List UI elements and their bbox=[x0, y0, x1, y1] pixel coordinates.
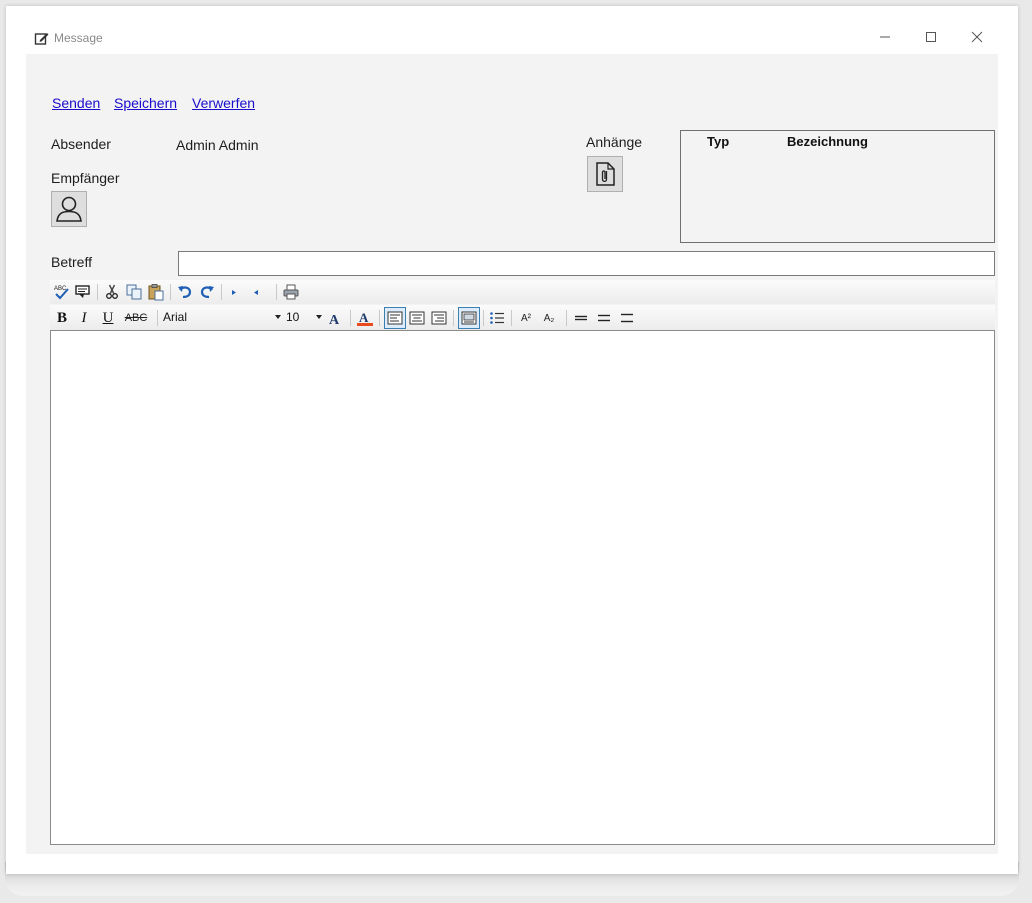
sender-value: Admin Admin bbox=[176, 137, 259, 153]
toolbar-separator bbox=[170, 284, 171, 300]
attachments-label: Anhänge bbox=[586, 134, 643, 150]
line-3-icon[interactable] bbox=[617, 308, 637, 328]
save-link[interactable]: Speichern bbox=[114, 94, 177, 112]
toolbar-separator bbox=[97, 284, 98, 300]
format-toolbar: B I U ABC Arial 10 A A A² A₂ bbox=[50, 305, 995, 330]
font-color-icon[interactable]: A bbox=[355, 308, 375, 328]
window-title: Message bbox=[54, 31, 103, 45]
message-window: Message Senden Speichern Verwerfen Absen… bbox=[6, 6, 1018, 874]
toolbar-separator bbox=[350, 310, 351, 326]
subscript-button[interactable]: A₂ bbox=[539, 308, 559, 328]
underline-button[interactable]: U bbox=[98, 308, 118, 328]
column-header-type[interactable]: Typ bbox=[707, 134, 729, 150]
minimize-icon[interactable] bbox=[874, 26, 896, 48]
spellcheck-icon[interactable]: ABC bbox=[52, 282, 72, 302]
svg-text:A: A bbox=[329, 313, 340, 327]
sender-label: Absender bbox=[51, 136, 111, 152]
font-size-icon[interactable]: A bbox=[326, 308, 346, 328]
toolbar-separator bbox=[157, 310, 158, 326]
print-icon[interactable] bbox=[281, 282, 301, 302]
title-bar: Message bbox=[6, 6, 1018, 54]
svg-text:A: A bbox=[359, 310, 369, 325]
redo-icon[interactable] bbox=[197, 282, 217, 302]
cut-icon[interactable] bbox=[102, 282, 122, 302]
send-link[interactable]: Senden bbox=[52, 94, 100, 112]
add-attachment-button[interactable] bbox=[587, 156, 623, 192]
bullet-list-icon[interactable] bbox=[487, 308, 507, 328]
line-2-icon[interactable] bbox=[594, 308, 614, 328]
font-size-select[interactable]: 10 bbox=[286, 308, 322, 326]
message-form: Senden Speichern Verwerfen Absender Admi… bbox=[26, 54, 998, 854]
attachment-file-icon bbox=[596, 162, 615, 186]
strikethrough-button[interactable]: ABC bbox=[122, 308, 150, 328]
close-icon[interactable] bbox=[966, 26, 988, 48]
bold-button[interactable]: B bbox=[52, 308, 72, 328]
user-icon bbox=[56, 196, 82, 222]
chevron-down-icon bbox=[275, 315, 281, 319]
undo-icon[interactable] bbox=[175, 282, 195, 302]
align-center-icon[interactable] bbox=[407, 308, 427, 328]
comment-icon[interactable] bbox=[73, 282, 93, 302]
indent-icon[interactable] bbox=[248, 282, 268, 302]
toolbar-separator bbox=[276, 284, 277, 300]
font-family-value: Arial bbox=[163, 310, 188, 324]
font-family-select[interactable]: Arial bbox=[163, 308, 281, 326]
edit-toolbar: ABC bbox=[50, 280, 995, 304]
font-size-value: 10 bbox=[286, 310, 300, 324]
edit-note-icon bbox=[34, 33, 49, 45]
toolbar-separator bbox=[511, 310, 512, 326]
toolbar-separator bbox=[453, 310, 454, 326]
subject-input[interactable] bbox=[178, 251, 995, 276]
toolbar-separator bbox=[483, 310, 484, 326]
column-header-name[interactable]: Bezeichnung bbox=[787, 134, 868, 150]
superscript-button[interactable]: A² bbox=[516, 308, 536, 328]
copy-icon[interactable] bbox=[124, 282, 144, 302]
align-right-icon[interactable] bbox=[429, 308, 449, 328]
discard-link[interactable]: Verwerfen bbox=[192, 94, 255, 112]
toolbar-separator bbox=[566, 310, 567, 326]
toolbar-separator bbox=[379, 310, 380, 326]
outdent-icon[interactable] bbox=[226, 282, 246, 302]
select-recipient-button[interactable] bbox=[51, 191, 87, 227]
align-left-icon[interactable] bbox=[384, 307, 406, 329]
recipient-label: Empfänger bbox=[51, 170, 120, 186]
message-body-editor[interactable] bbox=[50, 330, 995, 845]
line-1-icon[interactable] bbox=[571, 308, 591, 328]
italic-button[interactable]: I bbox=[74, 308, 94, 328]
paste-icon[interactable] bbox=[146, 282, 166, 302]
subject-label: Betreff bbox=[51, 254, 92, 270]
toolbar-separator bbox=[221, 284, 222, 300]
chevron-down-icon bbox=[316, 315, 322, 319]
word-wrap-icon[interactable] bbox=[458, 307, 480, 329]
attachments-table[interactable]: Typ Bezeichnung bbox=[680, 130, 995, 243]
maximize-icon[interactable] bbox=[920, 26, 942, 48]
